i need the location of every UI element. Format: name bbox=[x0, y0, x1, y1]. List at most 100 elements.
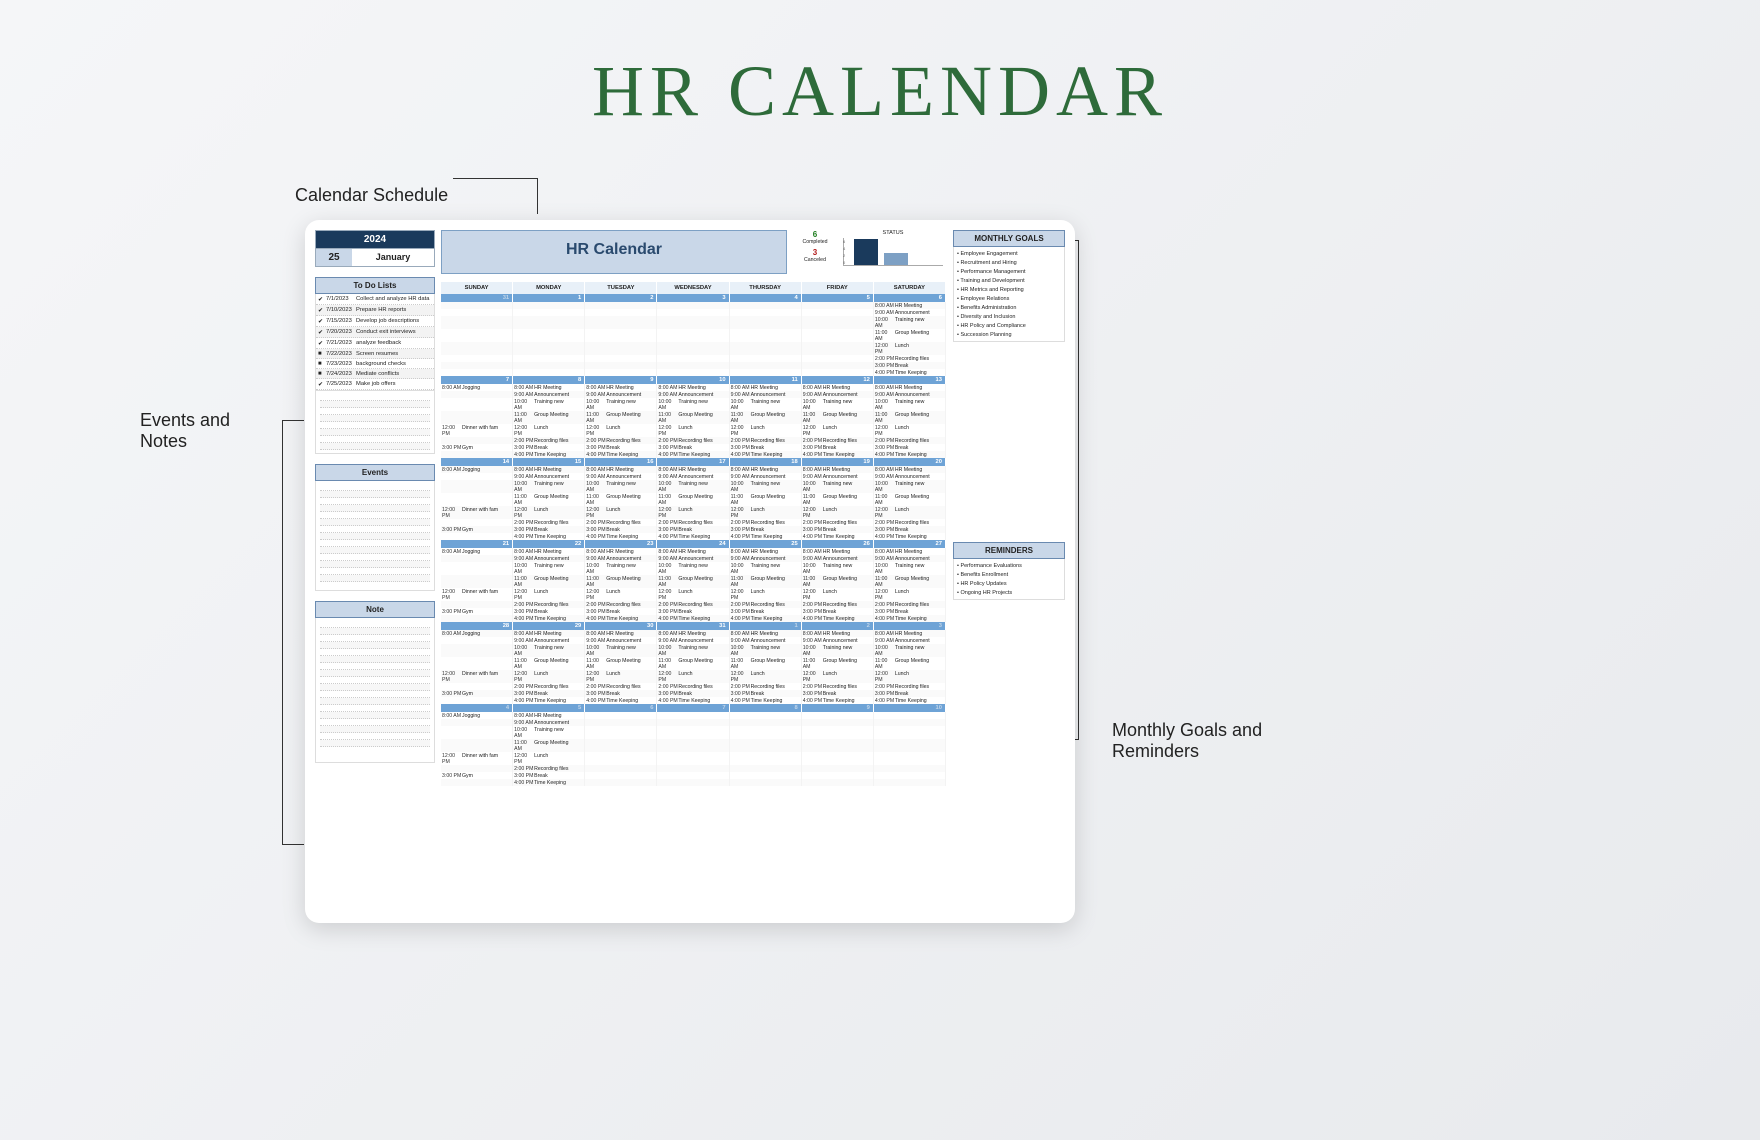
slot-event bbox=[534, 370, 583, 376]
slot-event bbox=[895, 740, 944, 752]
slot-cell bbox=[802, 316, 874, 329]
slot-cell: 8:00 AMJogging bbox=[441, 630, 513, 637]
slot-time: 11:00 AM bbox=[586, 658, 606, 670]
slot-time: 11:00 AM bbox=[875, 576, 895, 588]
slot-event: Announcement bbox=[823, 638, 872, 644]
slot-time bbox=[803, 370, 823, 376]
slot-event: Time Keeping bbox=[606, 534, 655, 540]
slot-time bbox=[442, 317, 462, 329]
slot-event bbox=[751, 330, 800, 342]
slot-row: 10:00 AMTraining new 10:00 AMTraining new… bbox=[441, 562, 946, 575]
slot-cell: 3:00 PMBreak bbox=[657, 690, 729, 697]
slot-cell: 4:00 PMTime Keeping bbox=[657, 451, 729, 458]
slot-time: 11:00 AM bbox=[658, 576, 678, 588]
slot-cell: 10:00 AMTraining new bbox=[802, 480, 874, 493]
slot-time: 11:00 AM bbox=[803, 576, 823, 588]
slot-cell: 11:00 AMGroup Meeting bbox=[874, 493, 946, 506]
slot-event: Time Keeping bbox=[534, 698, 583, 704]
slot-event: HR Meeting bbox=[534, 631, 583, 637]
slot-cell: 11:00 AMGroup Meeting bbox=[657, 657, 729, 670]
slot-row: 9:00 AMAnnouncement9:00 AMAnnouncement9:… bbox=[441, 473, 946, 480]
slot-event bbox=[751, 303, 800, 309]
slot-event: Recording files bbox=[678, 520, 727, 526]
slot-cell: 11:00 AMGroup Meeting bbox=[513, 739, 585, 752]
slot-cell: 12:00 PMLunch bbox=[874, 424, 946, 437]
slot-event: Lunch bbox=[823, 671, 872, 683]
slot-cell: 10:00 AMTraining new bbox=[802, 562, 874, 575]
slot-event: Jogging bbox=[462, 713, 511, 719]
slot-cell: 10:00 AMTraining new bbox=[730, 480, 802, 493]
date-num: 20 bbox=[874, 458, 946, 466]
slot-time: 11:00 AM bbox=[875, 412, 895, 424]
slot-cell: 10:00 AMTraining new bbox=[585, 562, 657, 575]
slot-event: Break bbox=[534, 609, 583, 615]
slot-event: Group Meeting bbox=[606, 658, 655, 670]
slot-cell: 8:00 AMHR Meeting bbox=[802, 630, 874, 637]
slot-cell: 3:00 PMBreak bbox=[874, 690, 946, 697]
slot-cell: 8:00 AMHR Meeting bbox=[585, 630, 657, 637]
slot-row: 9:00 AMAnnouncement bbox=[441, 719, 946, 726]
slot-time: 3:00 PM bbox=[875, 691, 895, 697]
slot-time: 11:00 AM bbox=[586, 494, 606, 506]
slot-cell: 8:00 AMHR Meeting bbox=[874, 384, 946, 391]
slot-time: 12:00 PM bbox=[442, 425, 462, 437]
slot-event: Break bbox=[823, 609, 872, 615]
slot-event: Announcement bbox=[823, 392, 872, 398]
slot-cell bbox=[441, 644, 513, 657]
slot-time bbox=[442, 356, 462, 362]
slot-event: Time Keeping bbox=[606, 698, 655, 704]
slot-event bbox=[823, 310, 872, 316]
slot-cell: 2:00 PMRecording files bbox=[802, 437, 874, 444]
slot-time: 9:00 AM bbox=[875, 310, 895, 316]
slot-event: Time Keeping bbox=[895, 616, 944, 622]
slot-time bbox=[442, 720, 462, 726]
slot-cell: 2:00 PMRecording files bbox=[802, 683, 874, 690]
slot-event: Break bbox=[606, 445, 655, 451]
slot-cell: 12:00 PMLunch bbox=[513, 424, 585, 437]
todo-header: To Do Lists bbox=[315, 277, 435, 294]
slot-cell bbox=[874, 726, 946, 739]
slot-event bbox=[462, 740, 511, 752]
slot-cell bbox=[441, 657, 513, 670]
slot-event: Time Keeping bbox=[895, 534, 944, 540]
slot-time bbox=[658, 773, 678, 779]
slot-cell: 4:00 PMTime Keeping bbox=[874, 533, 946, 540]
todo-date: 7/20/2023 bbox=[326, 329, 356, 335]
slot-row: 10:00 AMTraining new bbox=[441, 316, 946, 329]
slot-cell: 12:00 PMLunch bbox=[874, 670, 946, 683]
slot-time: 12:00 PM bbox=[658, 507, 678, 519]
slot-cell: 12:00 PMLunch bbox=[657, 588, 729, 601]
annotation-events-notes: Events and Notes bbox=[140, 410, 280, 452]
slot-event: Time Keeping bbox=[534, 534, 583, 540]
slot-time: 10:00 AM bbox=[875, 645, 895, 657]
slot-event: Announcement bbox=[678, 474, 727, 480]
slot-event: HR Meeting bbox=[895, 631, 944, 637]
slot-event: Recording files bbox=[606, 684, 655, 690]
slot-cell bbox=[585, 739, 657, 752]
slot-event: Recording files bbox=[751, 520, 800, 526]
slot-event bbox=[751, 317, 800, 329]
slot-cell: 8:00 AMHR Meeting bbox=[730, 466, 802, 473]
slot-cell: 11:00 AMGroup Meeting bbox=[874, 329, 946, 342]
slot-time: 4:00 PM bbox=[514, 534, 534, 540]
date-header-row: 28293031123 bbox=[441, 622, 946, 630]
slot-time: 11:00 AM bbox=[875, 658, 895, 670]
todo-date: 7/15/2023 bbox=[326, 318, 356, 324]
slot-time: 8:00 AM bbox=[731, 467, 751, 473]
slot-time bbox=[803, 753, 823, 765]
slot-event bbox=[895, 753, 944, 765]
slot-event bbox=[678, 363, 727, 369]
slot-event: Group Meeting bbox=[606, 494, 655, 506]
slot-event: Time Keeping bbox=[895, 370, 944, 376]
slot-time: 3:00 PM bbox=[442, 445, 462, 451]
slot-time: 10:00 AM bbox=[731, 645, 751, 657]
slot-event: Recording files bbox=[606, 602, 655, 608]
slot-cell: 10:00 AMTraining new bbox=[657, 480, 729, 493]
date-num: 8 bbox=[730, 704, 802, 712]
slot-event bbox=[751, 343, 800, 355]
slot-event: Break bbox=[678, 609, 727, 615]
slot-row: 4:00 PMTime Keeping4:00 PMTime Keeping4:… bbox=[441, 615, 946, 622]
slot-cell bbox=[441, 697, 513, 704]
slot-cell: 4:00 PMTime Keeping bbox=[657, 615, 729, 622]
slot-cell: 9:00 AMAnnouncement bbox=[657, 555, 729, 562]
